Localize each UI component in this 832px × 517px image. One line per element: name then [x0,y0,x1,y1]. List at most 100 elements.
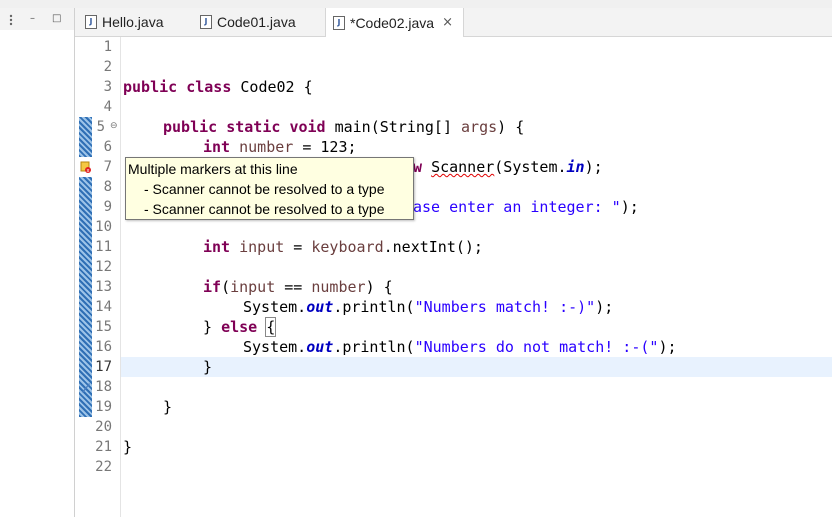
line-number: 6 [103,139,112,155]
code-line: w Scanner(System.in); [413,157,603,177]
line-number: 21 [95,439,112,455]
tooltip-title: Multiple markers at this line [128,161,298,177]
keyword: void [289,118,326,136]
keyword: public [123,78,178,96]
tooltip-item: - Scanner cannot be resolved to a type [144,201,385,217]
code-text: = 123; [293,138,357,156]
java-file-icon: J [85,15,97,29]
code-text: main(String[] [325,118,462,136]
code-line: } [123,438,133,456]
line-number: 5 [96,119,105,135]
error-class-name: Scanner [431,158,495,176]
line-number: 15 [95,319,112,335]
code-text: System. [243,298,307,316]
tab-code02-java[interactable]: J *Code02.java × [325,8,464,37]
keyword: public [163,118,218,136]
code-text: .println( [333,338,415,356]
line-number: 22 [95,459,112,475]
line-number: 20 [95,419,112,435]
line-number: 16 [95,339,112,355]
variable: input [239,238,285,256]
code-text: ); [584,158,603,176]
code-line: int number = 123; [203,137,357,157]
view-menu-icon[interactable] [8,14,14,29]
variable: input [230,278,276,296]
tooltip-item: - Scanner cannot be resolved to a type [144,181,385,197]
fold-toggle-icon[interactable]: ⊖ [110,121,118,131]
line-number: 18 [95,379,112,395]
code-line: public class Code02 { [123,77,313,97]
code-text: == [275,278,312,296]
line-number: 7 [103,159,112,175]
line-number: 17 [95,359,112,375]
variable: number [239,138,294,156]
code-text: ) { [365,278,393,296]
gutter-divider [120,37,121,517]
tab-hello-java[interactable]: J Hello.java [85,8,163,36]
line-number: 10 [95,219,112,235]
line-number: 13 [95,279,112,295]
error-hover-tooltip: Multiple markers at this line - Scanner … [125,157,414,220]
string-literal: ase enter an integer: " [413,198,621,216]
line-number: 1 [103,39,112,55]
matching-brace: { [265,317,277,337]
package-explorer-panel: – □ [0,8,75,517]
keyword: int [203,138,231,156]
line-number: 3 [103,79,112,95]
maximize-icon[interactable]: □ [52,14,61,24]
code-line: ase enter an integer: "); [413,197,639,217]
code-text: (System. [494,158,567,176]
close-tab-icon[interactable]: × [442,15,453,30]
keyword: class [186,78,232,96]
keyword: else [221,318,258,336]
code-text: = [284,238,312,256]
code-line: if(input == number) { [203,277,393,297]
line-number: 19 [95,399,112,415]
code-line: int input = keyboard.nextInt(); [203,237,483,257]
code-text: ) { [497,118,525,136]
parameter: args [461,118,498,136]
line-number: 12 [95,259,112,275]
variable: keyboard [311,238,384,256]
tab-code01-java[interactable]: J Code01.java [200,8,296,36]
code-text: .println( [333,298,415,316]
code-line: public static void main(String[] args) { [163,117,524,137]
tab-label: Code01.java [217,14,296,30]
code-text: ); [620,198,639,216]
string-literal: "Numbers do not match! :-(" [414,338,659,356]
line-number: 11 [95,239,112,255]
java-file-icon: J [333,15,345,30]
code-text: ); [595,298,614,316]
line-number: 2 [103,59,112,75]
field: in [566,158,585,176]
code-text: .nextInt(); [383,238,483,256]
code-line: System.out.println("Numbers do not match… [243,337,677,357]
variable: number [311,278,366,296]
tab-label: *Code02.java [350,14,435,31]
line-number: 4 [103,99,112,115]
code-text: System. [243,338,307,356]
editor-tab-bar: J Hello.java J Code01.java J *Code02.jav… [75,8,832,37]
keyword: if [203,278,222,296]
line-number: 9 [103,199,112,215]
string-literal: "Numbers match! :-)" [414,298,596,316]
code-line: } else { [203,317,277,337]
panel-toolbar: – □ [0,8,74,30]
current-line-highlight [121,357,832,377]
field: out [306,298,334,316]
code-text: } [203,318,222,336]
code-line: } [163,398,173,416]
minimize-icon[interactable]: – [30,14,35,24]
keyword: static [226,118,281,136]
line-number: 8 [103,179,112,195]
code-text: Code02 { [231,78,313,96]
keyword: w [413,158,432,176]
keyword: int [203,238,231,256]
code-editor[interactable] [75,37,832,517]
code-line: } [203,358,213,376]
line-number: 14 [95,299,112,315]
code-text: ( [221,278,231,296]
field: out [306,338,334,356]
tab-label: Hello.java [102,14,164,30]
